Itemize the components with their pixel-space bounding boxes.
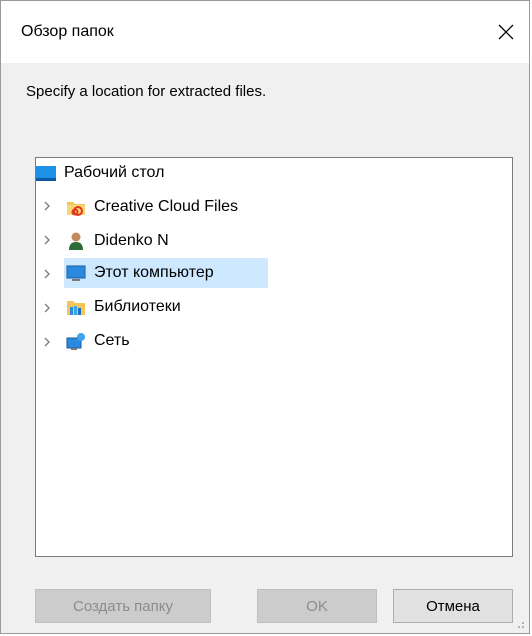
new-folder-button[interactable]: Создать папку	[35, 589, 211, 623]
creative-cloud-folder-icon	[67, 202, 85, 216]
chevron-right-icon[interactable]	[40, 267, 54, 281]
tree-item-label: Didenko N	[94, 232, 169, 249]
title-bar: Обзор папок	[1, 1, 529, 63]
tree-item-label: Рабочий стол	[64, 164, 165, 181]
browse-folder-dialog: Обзор папок Specify a location for extra…	[0, 0, 530, 634]
instruction-text: Specify a location for extracted files.	[26, 83, 267, 100]
tree-item-network[interactable]: Сеть	[66, 326, 130, 356]
chevron-right-icon[interactable]	[40, 335, 54, 349]
tree-item-libraries[interactable]: Библиотеки	[66, 292, 181, 322]
libraries-icon	[67, 301, 85, 315]
tree-item-user[interactable]: Didenko N	[66, 226, 169, 256]
tree-item-creative-cloud[interactable]: Creative Cloud Files	[66, 192, 238, 222]
tree-item-this-pc[interactable]: Этот компьютер	[66, 258, 214, 288]
close-icon	[498, 24, 514, 40]
desktop-icon	[36, 166, 56, 181]
chevron-right-icon[interactable]	[40, 301, 54, 315]
folder-tree[interactable]: Рабочий стол Creative Cloud Files Didenk	[35, 157, 513, 557]
chevron-right-icon[interactable]	[40, 199, 54, 213]
user-folder-icon	[69, 232, 83, 250]
tree-item-desktop[interactable]: Рабочий стол	[36, 158, 164, 188]
tree-item-label: Creative Cloud Files	[94, 198, 239, 215]
cancel-button[interactable]: Отмена	[393, 589, 513, 623]
dialog-title: Обзор папок	[21, 23, 114, 40]
computer-icon	[66, 265, 86, 281]
tree-item-label: Сеть	[94, 332, 130, 349]
chevron-right-icon[interactable]	[40, 233, 54, 247]
close-button[interactable]	[483, 1, 529, 63]
tree-item-label: Этот компьютер	[94, 264, 214, 281]
ok-button[interactable]: OK	[257, 589, 377, 623]
network-icon	[66, 333, 85, 350]
resize-grip-icon[interactable]	[513, 617, 525, 629]
tree-item-label: Библиотеки	[94, 298, 181, 315]
